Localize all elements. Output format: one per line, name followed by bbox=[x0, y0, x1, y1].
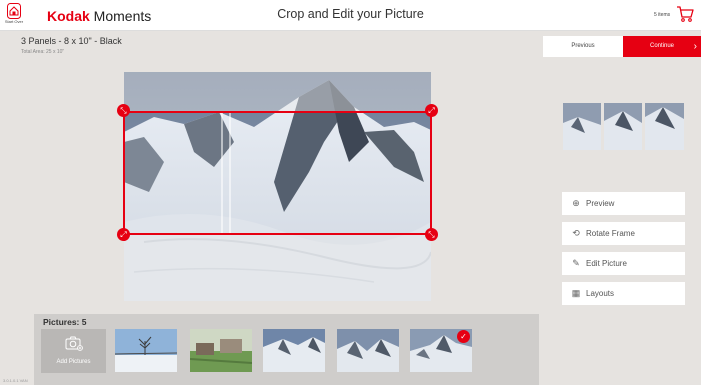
picture-thumbnail[interactable] bbox=[337, 329, 399, 372]
continue-button[interactable]: Continue › bbox=[623, 36, 701, 57]
panel-divider bbox=[229, 113, 231, 233]
layouts-label: Layouts bbox=[586, 289, 615, 298]
pictures-count: Pictures: 5 bbox=[43, 317, 87, 327]
rotate-frame-label: Rotate Frame bbox=[586, 229, 635, 238]
rotate-icon: ⟲ bbox=[572, 228, 580, 238]
add-photo-icon bbox=[65, 336, 83, 351]
snowy-mountain-photo bbox=[263, 329, 325, 372]
crop-frame[interactable] bbox=[123, 111, 432, 235]
home-icon bbox=[7, 3, 21, 19]
village-photo bbox=[190, 329, 252, 372]
add-pictures-label: Add Pictures bbox=[56, 359, 91, 365]
brand-logo: Kodak Moments bbox=[47, 8, 151, 24]
panel-preview-thumbnail bbox=[563, 103, 684, 150]
layout-icon: ▦ bbox=[571, 288, 581, 298]
continue-label: Continue bbox=[649, 43, 675, 49]
edit-picture-button[interactable]: ✎ Edit Picture bbox=[562, 252, 685, 275]
preview-label: Preview bbox=[586, 199, 615, 208]
version-label: 3.0.1.0.1 VAN bbox=[3, 378, 28, 383]
resize-handle-top-right-icon[interactable]: ⤢ bbox=[425, 104, 438, 117]
resize-handle-top-left-icon[interactable]: ⤡ bbox=[117, 104, 130, 117]
layouts-button[interactable]: ▦ Layouts bbox=[562, 282, 685, 305]
product-name: 3 Panels - 8 x 10" - Black bbox=[21, 36, 122, 46]
pictures-tray: Pictures: 5 Add Pictures bbox=[34, 314, 539, 385]
rotate-frame-button[interactable]: ⟲ Rotate Frame bbox=[562, 222, 685, 245]
previous-button[interactable]: Previous bbox=[543, 36, 623, 57]
add-pictures-button[interactable]: Add Pictures bbox=[41, 329, 106, 373]
cart-icon bbox=[677, 6, 694, 22]
panel-divider bbox=[221, 113, 223, 233]
cart-count: 5 items bbox=[654, 12, 671, 18]
preview-button[interactable]: ⊕ Preview bbox=[562, 192, 685, 215]
edit-icon: ✎ bbox=[572, 258, 580, 268]
winter-tree-photo bbox=[115, 329, 177, 372]
total-area: Total Area: 25 x 10" bbox=[21, 49, 65, 55]
selected-check-icon: ✓ bbox=[457, 330, 470, 343]
brand-bold: Kodak bbox=[47, 8, 90, 24]
magnify-icon: ⊕ bbox=[572, 198, 580, 208]
start-over-button[interactable]: Start Over bbox=[3, 3, 25, 29]
cart-button[interactable] bbox=[676, 5, 694, 28]
chevron-right-icon: › bbox=[693, 41, 697, 52]
picture-thumbnail[interactable] bbox=[263, 329, 325, 372]
picture-thumbnail[interactable] bbox=[115, 329, 177, 372]
snowy-ridge-photo bbox=[337, 329, 399, 372]
picture-thumbnail[interactable] bbox=[190, 329, 252, 372]
resize-handle-bottom-right-icon[interactable]: ⤡ bbox=[425, 228, 438, 241]
top-bar: Start Over Kodak Moments Crop and Edit y… bbox=[0, 0, 701, 31]
brand-rest: Moments bbox=[89, 8, 152, 24]
edit-picture-label: Edit Picture bbox=[586, 259, 627, 268]
start-over-label: Start Over bbox=[4, 19, 24, 24]
resize-handle-bottom-left-icon[interactable]: ⤢ bbox=[117, 228, 130, 241]
